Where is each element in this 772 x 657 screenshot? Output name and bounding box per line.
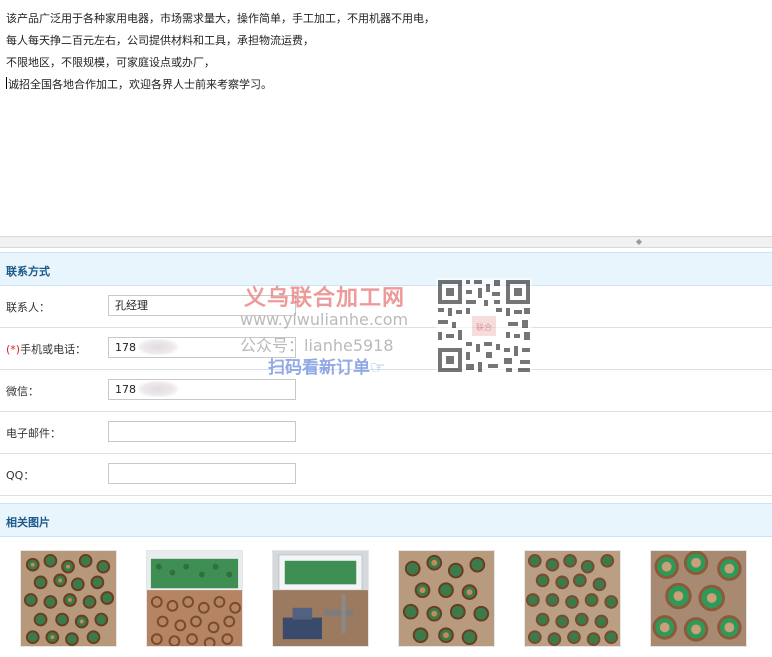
photo-thumbnail-5[interactable] [524, 550, 621, 647]
redacted-blur [138, 381, 178, 397]
description-line-3: 不限地区，不限规模，可家庭设点或办厂， [6, 56, 215, 69]
description-line-4: 诚招全国各地合作加工，欢迎各界人士前来考察学习。 [6, 74, 766, 96]
wechat-input[interactable]: 178 [108, 379, 296, 400]
photo-thumbnail-1[interactable] [20, 550, 117, 647]
description-line-1: 该产品广泛用于各种家用电器，市场需求量大，操作简单，手工加工，不用机器不用电， [6, 12, 435, 25]
contact-person-row: 联系人： 孔经理 [0, 286, 772, 328]
photos-section-header: 相关图片 [0, 503, 772, 537]
photos-section-title: 相关图片 [6, 516, 50, 529]
qq-label: QQ： [6, 469, 35, 482]
photo-thumbnail-3[interactable] [272, 550, 369, 647]
phone-label-text: 手机或电话： [20, 343, 87, 356]
description-editor[interactable]: 该产品广泛用于各种家用电器，市场需求量大，操作简单，手工加工，不用机器不用电， … [0, 0, 772, 236]
phone-value: 178 [115, 341, 136, 354]
description-line-4-text: 诚招全国各地合作加工，欢迎各界人士前来考察学习。 [8, 78, 272, 91]
qq-input[interactable] [108, 463, 296, 484]
resize-grip-icon[interactable]: ◆ [632, 238, 646, 246]
wechat-label: 微信： [6, 385, 39, 398]
description-line-2: 每人每天挣二百元左右，公司提供材料和工具，承担物流运费， [6, 34, 314, 47]
contact-person-label: 联系人： [6, 301, 50, 314]
phone-input[interactable]: 178 [108, 337, 296, 358]
text-caret [6, 77, 7, 89]
photo-thumbnail-6[interactable] [650, 550, 747, 647]
page: 该产品广泛用于各种家用电器，市场需求量大，操作简单，手工加工，不用机器不用电， … [0, 0, 772, 657]
photos-gallery [0, 540, 772, 657]
contact-person-input[interactable]: 孔经理 [108, 295, 296, 316]
phone-label: (*)手机或电话： [6, 341, 86, 357]
wechat-value: 178 [115, 383, 136, 396]
qq-row: QQ： [0, 454, 772, 496]
required-mark: (*) [6, 343, 21, 356]
photo-thumbnail-2[interactable] [146, 550, 243, 647]
email-input[interactable] [108, 421, 296, 442]
contact-section-title: 联系方式 [6, 265, 50, 278]
wechat-row: 微信： 178 [0, 370, 772, 412]
contact-section-header: 联系方式 [0, 252, 772, 286]
contact-person-value: 孔经理 [115, 299, 148, 312]
editor-resize-bar[interactable]: ◆ [0, 236, 772, 248]
phone-row: (*)手机或电话： 178 [0, 328, 772, 370]
email-label: 电子邮件： [6, 427, 61, 440]
redacted-blur [138, 339, 178, 355]
photo-thumbnail-4[interactable] [398, 550, 495, 647]
email-row: 电子邮件： [0, 412, 772, 454]
